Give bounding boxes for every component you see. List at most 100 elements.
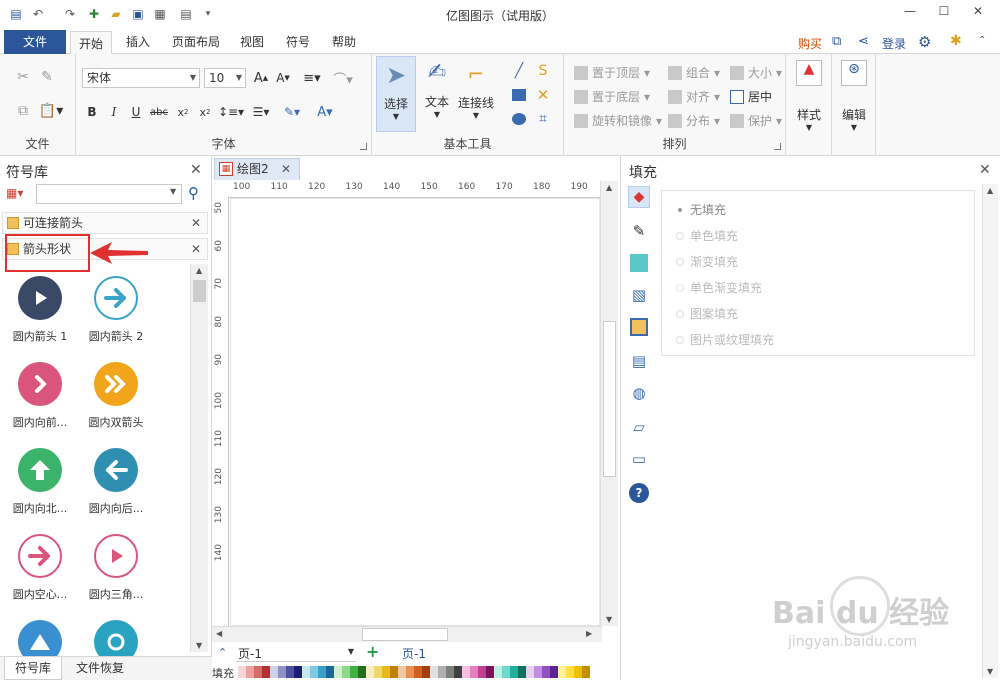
tab-symbol-library[interactable]: 符号库	[4, 657, 62, 680]
shape-item[interactable]	[76, 620, 156, 656]
search-icon[interactable]: ⚲	[188, 184, 199, 202]
tab-help[interactable]: 帮助	[324, 30, 364, 54]
palette-swatch[interactable]	[574, 666, 582, 678]
fill-option[interactable]: 渐变填充	[676, 253, 738, 270]
horizontal-scrollbar[interactable]: ◀ ▶	[212, 626, 602, 642]
color-palette[interactable]	[238, 666, 590, 678]
tab-file[interactable]: 文件	[4, 30, 66, 54]
palette-swatch[interactable]	[294, 666, 302, 678]
grow-font-icon[interactable]: A ▲	[252, 68, 270, 88]
align-text-icon[interactable]: ≡▾	[300, 68, 324, 88]
strikethrough-icon[interactable]: abc	[148, 102, 170, 122]
palette-swatch[interactable]	[318, 666, 326, 678]
shape-item[interactable]: 圆内空心...	[0, 534, 80, 602]
bring-to-front-button[interactable]: 置于顶层 ▾	[574, 64, 650, 81]
page-tab[interactable]: 页-1	[402, 645, 426, 662]
cross-icon[interactable]: ✕	[534, 86, 552, 104]
palette-swatch[interactable]	[422, 666, 430, 678]
data-icon[interactable]: ▤	[628, 350, 650, 372]
fill-option[interactable]: 无填充	[676, 201, 726, 218]
cut-icon[interactable]: ✂	[14, 68, 32, 86]
palette-swatch[interactable]	[342, 666, 350, 678]
palette-swatch[interactable]	[398, 666, 406, 678]
curve-icon[interactable]: S	[534, 62, 552, 80]
palette-swatch[interactable]	[486, 666, 494, 678]
palette-swatch[interactable]	[246, 666, 254, 678]
bold-icon[interactable]: B	[84, 102, 100, 122]
comment-icon[interactable]: ▭	[628, 448, 650, 470]
palette-swatch[interactable]	[390, 666, 398, 678]
palette-swatch[interactable]	[374, 666, 382, 678]
page-select[interactable]: 页-1 ▼	[236, 645, 356, 662]
palette-swatch[interactable]	[494, 666, 502, 678]
search-dropdown-icon[interactable]: ▼	[170, 187, 176, 196]
fill-option[interactable]: 图案填充	[676, 305, 738, 322]
palette-swatch[interactable]	[406, 666, 414, 678]
palette-swatch[interactable]	[414, 666, 422, 678]
close-button[interactable]: ✕	[968, 4, 988, 22]
crop-icon[interactable]: ⌗	[534, 110, 552, 128]
shape-item[interactable]: 圆内箭头 1	[0, 276, 80, 344]
line-spacing-icon[interactable]: ↕≡▾	[218, 102, 244, 122]
search-input[interactable]	[36, 184, 182, 204]
palette-swatch[interactable]	[470, 666, 478, 678]
rotate-flip-button[interactable]: 旋转和镜像 ▾	[574, 112, 662, 129]
palette-swatch[interactable]	[454, 666, 462, 678]
login-link[interactable]: 登录	[882, 35, 906, 52]
align-button[interactable]: 对齐 ▾	[668, 88, 720, 105]
palette-swatch[interactable]	[430, 666, 438, 678]
select-tool-button[interactable]: ➤ 选择 ▼	[376, 56, 416, 132]
palette-swatch[interactable]	[550, 666, 558, 678]
font-size-select[interactable]: 10 ▼	[204, 68, 246, 88]
center-button[interactable]: 居中	[730, 88, 772, 105]
palette-swatch[interactable]	[542, 666, 550, 678]
palette-swatch[interactable]	[510, 666, 518, 678]
shape-item[interactable]: 圆内三角...	[76, 534, 156, 602]
palette-swatch[interactable]	[526, 666, 534, 678]
italic-icon[interactable]: I	[106, 102, 122, 122]
close-panel-icon[interactable]: ✕	[190, 162, 202, 178]
shape-item[interactable]: 圆内双箭头	[76, 362, 156, 430]
hyperlink-icon[interactable]: ◍	[628, 382, 650, 404]
arrange-dialog-launcher[interactable]	[774, 143, 781, 150]
drawing-page[interactable]	[230, 198, 600, 626]
font-dialog-launcher[interactable]	[360, 143, 367, 150]
add-page-icon[interactable]: +	[366, 642, 379, 661]
ellipse-icon[interactable]	[510, 110, 528, 128]
underline-icon[interactable]: U	[128, 102, 144, 122]
palette-swatch[interactable]	[302, 666, 310, 678]
fill-option[interactable]: 单色填充	[676, 227, 738, 244]
fill-option[interactable]: 单色渐变填充	[676, 279, 762, 296]
shape-item[interactable]: 圆内向后...	[76, 448, 156, 516]
connector-tool-button[interactable]: ⌐ 连接线 ▼	[456, 56, 496, 132]
superscript-icon[interactable]: x2	[196, 102, 214, 122]
help-icon[interactable]: ?	[628, 482, 650, 504]
highlight-icon[interactable]: ✎▾	[278, 102, 306, 122]
send-to-back-button[interactable]: 置于底层 ▾	[574, 88, 650, 105]
palette-swatch[interactable]	[310, 666, 318, 678]
palette-swatch[interactable]	[518, 666, 526, 678]
group-button[interactable]: 组合 ▾	[668, 64, 720, 81]
buy-link[interactable]: 购买	[798, 35, 822, 52]
bullets-icon[interactable]: ☰▾	[248, 102, 274, 122]
fill-icon[interactable]: ◆	[628, 186, 650, 208]
tab-view[interactable]: 视图	[232, 30, 272, 54]
shape-item[interactable]: 圆内向北...	[0, 448, 80, 516]
close-document-icon[interactable]: ✕	[281, 159, 291, 179]
palette-swatch[interactable]	[478, 666, 486, 678]
close-fill-panel-icon[interactable]: ✕	[979, 162, 991, 178]
palette-swatch[interactable]	[278, 666, 286, 678]
fullscreen-icon[interactable]: ⧉	[832, 34, 841, 49]
image-icon[interactable]: ▧	[628, 284, 650, 306]
text-tool-button[interactable]: ✍ 文本 ▼	[420, 56, 454, 132]
shapes-scrollbar[interactable]: ▲ ▼	[190, 264, 208, 652]
palette-swatch[interactable]	[262, 666, 270, 678]
format-painter-icon[interactable]: ✎	[38, 68, 56, 86]
palette-swatch[interactable]	[446, 666, 454, 678]
tab-file-recovery[interactable]: 文件恢复	[70, 657, 130, 680]
protect-button[interactable]: 保护 ▾	[730, 112, 782, 129]
close-library-icon[interactable]: ✕	[191, 239, 201, 259]
shrink-font-icon[interactable]: A ▼	[274, 68, 292, 88]
palette-swatch[interactable]	[254, 666, 262, 678]
vertical-scrollbar[interactable]: ▲ ▼	[600, 181, 618, 626]
